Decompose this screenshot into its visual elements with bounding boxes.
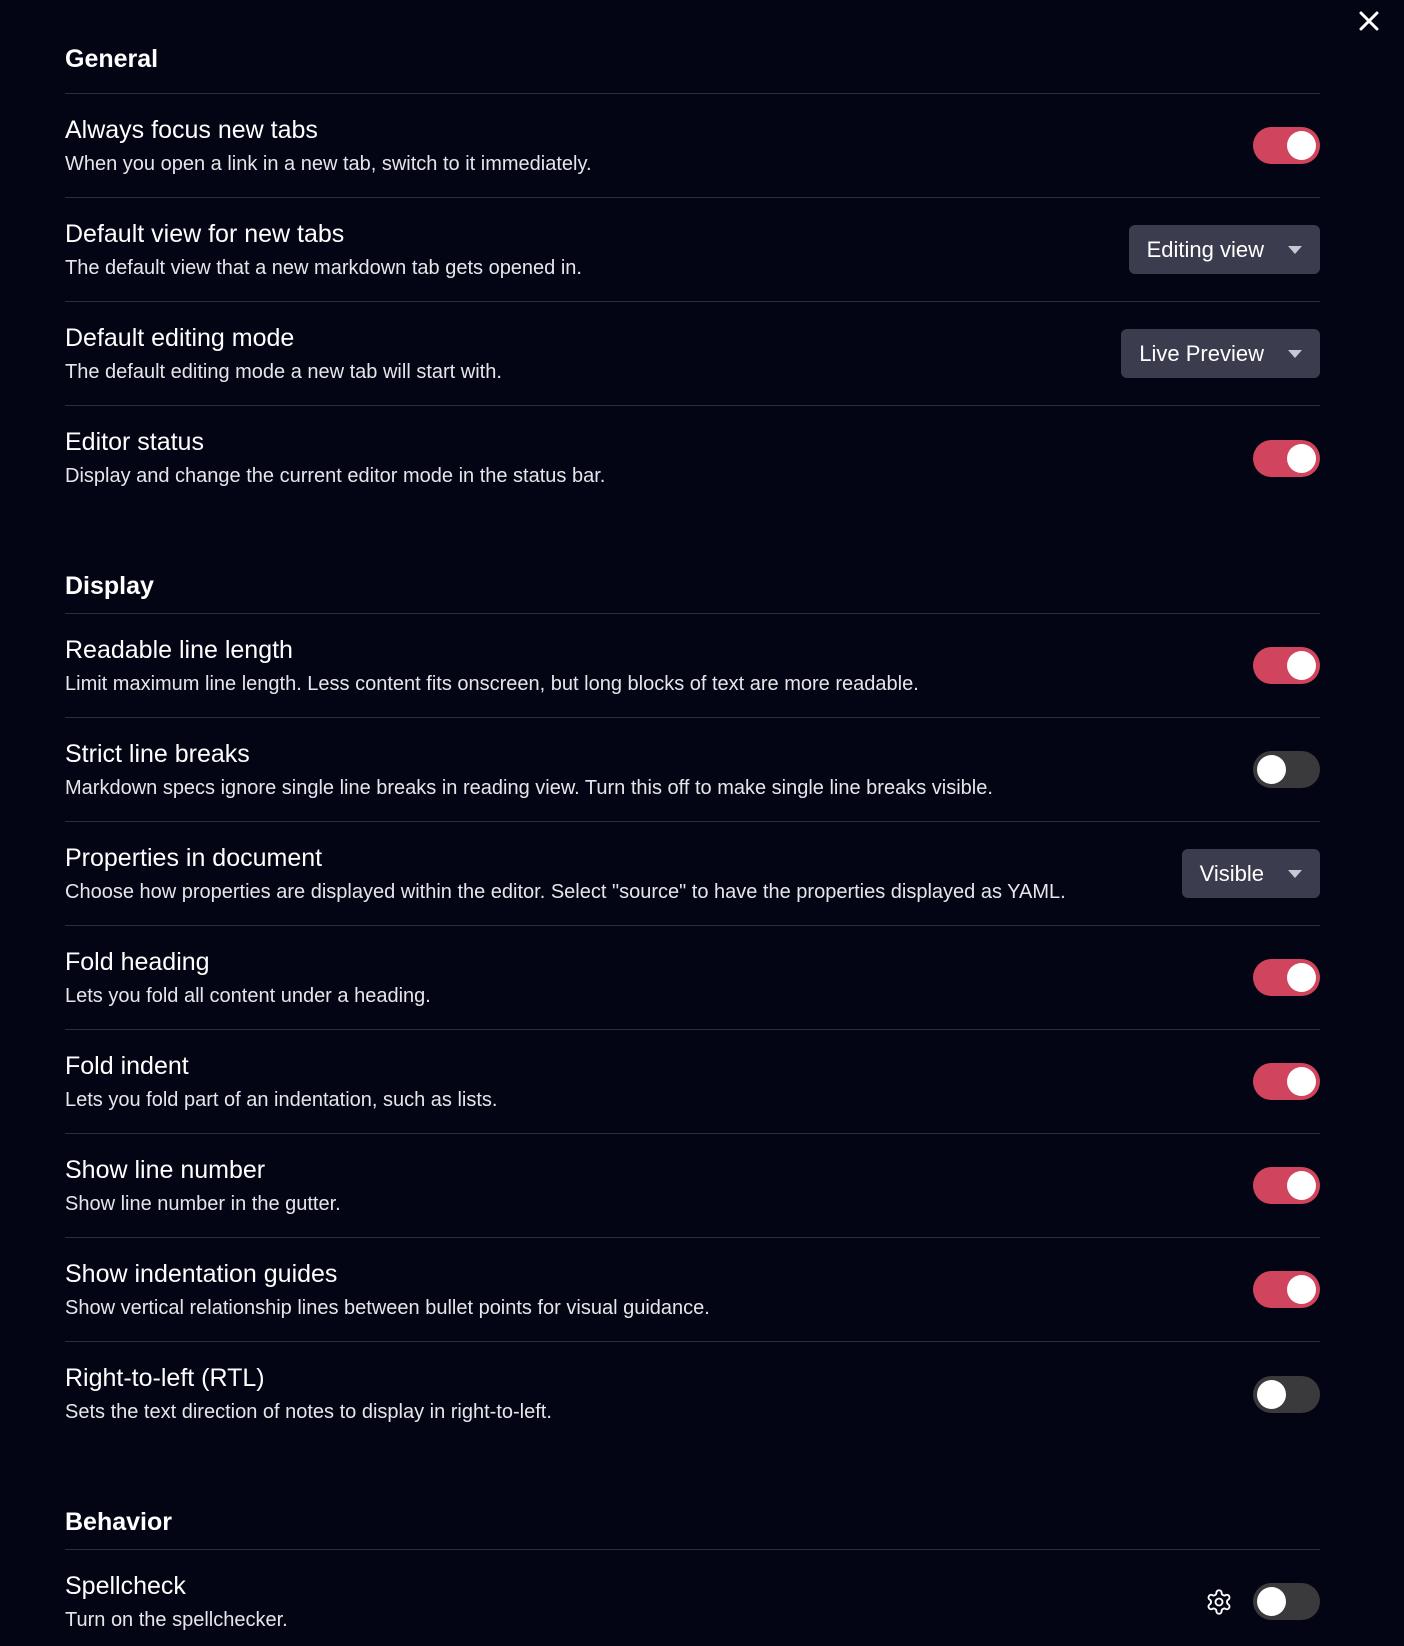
setting-strict-line-breaks: Strict line breaks Markdown specs ignore… — [65, 718, 1320, 822]
always-focus-toggle[interactable] — [1253, 127, 1320, 164]
setting-name: Readable line length — [65, 635, 293, 664]
section-heading-general: General — [65, 0, 1320, 94]
toggle-knob — [1287, 1067, 1316, 1096]
spellcheck-toggle[interactable] — [1253, 1583, 1320, 1620]
setting-editor-status: Editor status Display and change the cur… — [65, 406, 1320, 510]
setting-description: Markdown specs ignore single line breaks… — [65, 776, 993, 799]
chevron-down-icon — [1288, 245, 1302, 254]
setting-name: Fold heading — [65, 947, 210, 976]
toggle-knob — [1287, 443, 1316, 473]
section-heading-behavior: Behavior — [65, 1446, 1320, 1550]
toggle-knob — [1287, 963, 1316, 992]
readable-line-length-toggle[interactable] — [1253, 647, 1320, 684]
setting-spellcheck: Spellcheck Turn on the spellchecker. — [65, 1550, 1320, 1646]
toggle-knob — [1287, 131, 1316, 160]
setting-description: When you open a link in a new tab, switc… — [65, 152, 592, 175]
setting-description: Show vertical relationship lines between… — [65, 1296, 710, 1319]
dropdown-value: Editing view — [1146, 236, 1264, 262]
setting-name: Strict line breaks — [65, 739, 250, 768]
dropdown-value: Visible — [1199, 860, 1264, 886]
toggle-knob — [1257, 755, 1286, 784]
settings-content: General Always focus new tabs When you o… — [65, 0, 1320, 1646]
chevron-down-icon — [1288, 349, 1302, 358]
settings-panel: General Always focus new tabs When you o… — [0, 0, 1404, 1646]
editor-status-toggle[interactable] — [1253, 439, 1320, 477]
setting-description: Limit maximum line length. Less content … — [65, 672, 919, 695]
setting-always-focus-new-tabs: Always focus new tabs When you open a li… — [65, 94, 1320, 198]
setting-description: Lets you fold part of an indentation, su… — [65, 1088, 498, 1111]
setting-description: Display and change the current editor mo… — [65, 465, 606, 487]
toggle-knob — [1287, 651, 1316, 680]
close-icon — [1359, 11, 1379, 31]
setting-description: Lets you fold all content under a headin… — [65, 984, 431, 1007]
setting-show-indentation-guides: Show indentation guides Show vertical re… — [65, 1238, 1320, 1342]
setting-name: Editor status — [65, 428, 204, 456]
show-indentation-guides-toggle[interactable] — [1253, 1271, 1320, 1308]
right-to-left-toggle[interactable] — [1253, 1375, 1320, 1413]
setting-name: Spellcheck — [65, 1571, 186, 1600]
setting-description: Choose how properties are displayed with… — [65, 880, 1066, 903]
dropdown-value: Live Preview — [1139, 340, 1264, 366]
setting-name: Always focus new tabs — [65, 115, 318, 144]
fold-indent-toggle[interactable] — [1253, 1063, 1320, 1100]
setting-description: Show line number in the gutter. — [65, 1192, 341, 1215]
spellcheck-settings-button[interactable] — [1205, 1588, 1233, 1616]
default-view-dropdown[interactable]: Editing view — [1128, 225, 1320, 274]
setting-description: Sets the text direction of notes to disp… — [65, 1401, 552, 1423]
setting-right-to-left: Right-to-left (RTL) Sets the text direct… — [65, 1342, 1320, 1446]
setting-fold-heading: Fold heading Lets you fold all content u… — [65, 926, 1320, 1030]
setting-name: Fold indent — [65, 1051, 189, 1080]
setting-name: Default editing mode — [65, 323, 295, 352]
setting-default-editing-mode: Default editing mode The default editing… — [65, 302, 1320, 406]
chevron-down-icon — [1288, 869, 1302, 878]
show-line-number-toggle[interactable] — [1253, 1167, 1320, 1204]
setting-properties-in-document: Properties in document Choose how proper… — [65, 822, 1320, 926]
setting-name: Properties in document — [65, 843, 323, 872]
toggle-knob — [1287, 1275, 1316, 1304]
toggle-knob — [1257, 1587, 1286, 1616]
toggle-knob — [1287, 1171, 1316, 1200]
default-editing-mode-dropdown[interactable]: Live Preview — [1121, 329, 1320, 378]
section-heading-display: Display — [65, 510, 1320, 614]
strict-line-breaks-toggle[interactable] — [1253, 751, 1320, 788]
close-button[interactable] — [1354, 6, 1384, 36]
fold-heading-toggle[interactable] — [1253, 959, 1320, 996]
gear-icon — [1207, 1588, 1231, 1615]
setting-description: The default editing mode a new tab will … — [65, 360, 502, 383]
toggle-knob — [1257, 1379, 1286, 1409]
setting-description: Turn on the spellchecker. — [65, 1608, 288, 1631]
setting-default-view: Default view for new tabs The default vi… — [65, 198, 1320, 302]
setting-fold-indent: Fold indent Lets you fold part of an ind… — [65, 1030, 1320, 1134]
setting-name: Show indentation guides — [65, 1259, 338, 1288]
setting-name: Right-to-left (RTL) — [65, 1364, 265, 1392]
setting-name: Show line number — [65, 1155, 266, 1184]
properties-in-document-dropdown[interactable]: Visible — [1181, 849, 1320, 898]
setting-description: The default view that a new markdown tab… — [65, 256, 582, 279]
setting-readable-line-length: Readable line length Limit maximum line … — [65, 614, 1320, 718]
setting-name: Default view for new tabs — [65, 219, 345, 248]
setting-show-line-number: Show line number Show line number in the… — [65, 1134, 1320, 1238]
